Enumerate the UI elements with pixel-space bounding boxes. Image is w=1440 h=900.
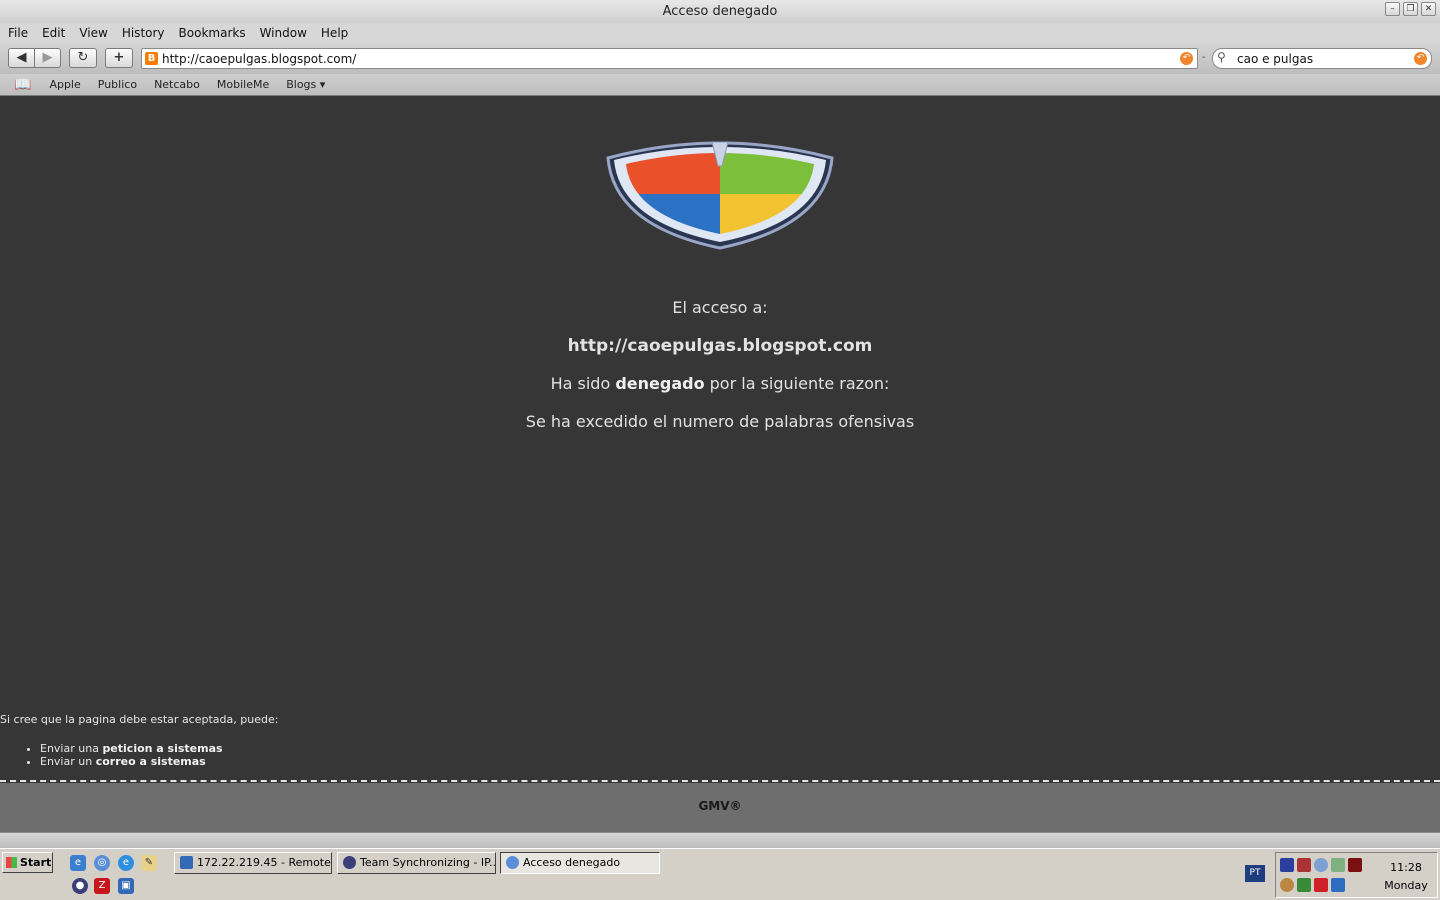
task-team-synchronizing[interactable]: Team Synchronizing - IP... [337,852,496,874]
eclipse-icon [343,856,356,869]
tray-search-icon[interactable] [1314,858,1328,872]
bookmark-mobileme[interactable]: MobileMe [217,78,269,91]
bookmark-publico[interactable]: Publico [98,78,137,91]
task-label: Acceso denegado [523,856,621,869]
close-icon[interactable]: ✕ [1421,2,1436,16]
search-icon[interactable]: ⚲ [1217,50,1226,64]
search-bar[interactable]: ⚲ ↶ [1212,48,1432,69]
tray-network-icon[interactable] [1280,858,1294,872]
back-arrow-icon: ◀ [16,50,27,65]
clock-day: Monday [1384,879,1428,892]
browser-toolbar: ◀ ▶ ↻ + B ↶ - ⚲ ↶ [0,43,1440,74]
denial-reason: Se ha excedido el numero de palabras ofe… [525,412,915,431]
tray-volume-icon[interactable] [1297,858,1311,872]
menu-view[interactable]: View [72,23,114,43]
tray-mcafee-icon[interactable] [1314,878,1328,892]
quicklaunch-outlook-icon[interactable]: e [70,855,86,871]
menu-file[interactable]: File [0,23,35,43]
denied-line: Ha sido denegado por la siguiente razon: [0,374,1440,393]
page-content: El acceso a: http://caoepulgas.blogspot.… [0,96,1440,832]
task-remote-desktop[interactable]: 172.22.219.45 - Remote... [174,852,332,874]
option-text: Enviar un [40,755,96,768]
forward-button[interactable]: ▶ [34,48,61,68]
tray-app-icon[interactable] [1348,858,1362,872]
blogger-favicon-icon: B [145,52,158,65]
email-link[interactable]: correo a sistemas [96,755,206,768]
blocked-url: http://caoepulgas.blogspot.com [567,336,873,356]
quicklaunch-eclipse-icon[interactable]: ● [72,878,88,894]
shield-logo-icon [606,141,834,250]
appeal-note: Si cree que la pagina debe estar aceptad… [0,713,279,726]
tray-security-icon[interactable] [1280,878,1294,892]
quicklaunch-notepad-icon[interactable]: ✎ [141,855,157,871]
system-tray: 11:28 Monday [1275,852,1438,898]
language-indicator[interactable]: PT [1245,865,1265,882]
menu-bookmarks[interactable]: Bookmarks [172,23,253,43]
menu-window[interactable]: Window [253,23,314,43]
safari-icon [506,856,519,869]
start-label: Start [20,856,52,869]
clock-time: 11:28 [1390,861,1422,874]
start-button[interactable]: Start [2,852,53,873]
bookmark-folder-blogs[interactable]: Blogs ▾ [286,78,325,91]
quicklaunch-remote-desktop-icon[interactable]: ▣ [118,878,134,894]
restore-icon[interactable]: ❐ [1403,2,1418,16]
back-button[interactable]: ◀ [8,48,35,68]
status-bar [0,832,1440,848]
add-bookmark-button[interactable]: + [105,48,133,68]
option-text: Enviar una [40,742,103,755]
show-all-bookmarks-icon[interactable]: 📖 [14,77,31,93]
denied-post: por la siguiente razon: [704,374,890,393]
address-bar[interactable]: B ↶ [141,48,1198,69]
task-acceso-denegado[interactable]: Acceso denegado [500,852,660,874]
windows-flag-icon [6,857,17,868]
reload-icon: ↻ [77,50,89,65]
tray-sync-icon[interactable] [1297,878,1311,892]
appeal-option-email: Enviar un correo a sistemas [40,755,223,768]
bookmarks-bar: 📖 Apple Publico Netcabo MobileMe Blogs ▾ [0,74,1440,96]
taskbar: Start e ◎ e ✎ ● Z ▣ 172.22.219.45 - Remo… [0,848,1440,900]
access-line: El acceso a: [672,298,768,317]
remote-desktop-icon [180,856,193,869]
toolbar-separator: - [1202,52,1206,63]
window-controls: – ❐ ✕ [1385,2,1436,16]
dashed-divider [0,780,1440,782]
appeal-option-request: Enviar una peticion a sistemas [40,742,223,755]
denied-word: denegado [615,374,705,393]
bookmark-apple[interactable]: Apple [49,78,80,91]
denied-pre: Ha sido [550,374,616,393]
quicklaunch-ie-icon[interactable]: e [118,855,134,871]
appeal-options: Enviar una peticion a sistemas Enviar un… [24,742,223,768]
bookmark-netcabo[interactable]: Netcabo [154,78,200,91]
url-input[interactable] [162,51,1172,67]
quicklaunch-safari-icon[interactable]: ◎ [94,855,110,871]
tray-bluetooth-icon[interactable] [1331,878,1345,892]
reload-button[interactable]: ↻ [69,48,97,68]
snapback-icon[interactable]: ↶ [1180,52,1193,65]
request-link[interactable]: peticion a sistemas [102,742,222,755]
clock[interactable]: 11:28 Monday [1376,859,1436,895]
plus-icon: + [113,50,125,65]
search-snapback-icon[interactable]: ↶ [1414,52,1427,65]
task-label: Team Synchronizing - IP... [360,856,496,869]
search-input[interactable] [1237,51,1407,67]
menu-help[interactable]: Help [314,23,355,43]
page-footer: GMV® [0,783,1440,832]
menu-edit[interactable]: Edit [35,23,72,43]
minimize-icon[interactable]: – [1385,2,1400,16]
window-title: Acceso denegado [662,4,778,19]
window-title-bar: Acceso denegado – ❐ ✕ [0,0,1440,23]
forward-arrow-icon: ▶ [42,50,53,65]
menu-history[interactable]: History [115,23,172,43]
task-label: 172.22.219.45 - Remote... [197,856,332,869]
tray-chat-icon[interactable] [1331,858,1345,872]
quicklaunch-filezilla-icon[interactable]: Z [94,878,110,894]
menu-bar: File Edit View History Bookmarks Window … [0,23,1440,43]
